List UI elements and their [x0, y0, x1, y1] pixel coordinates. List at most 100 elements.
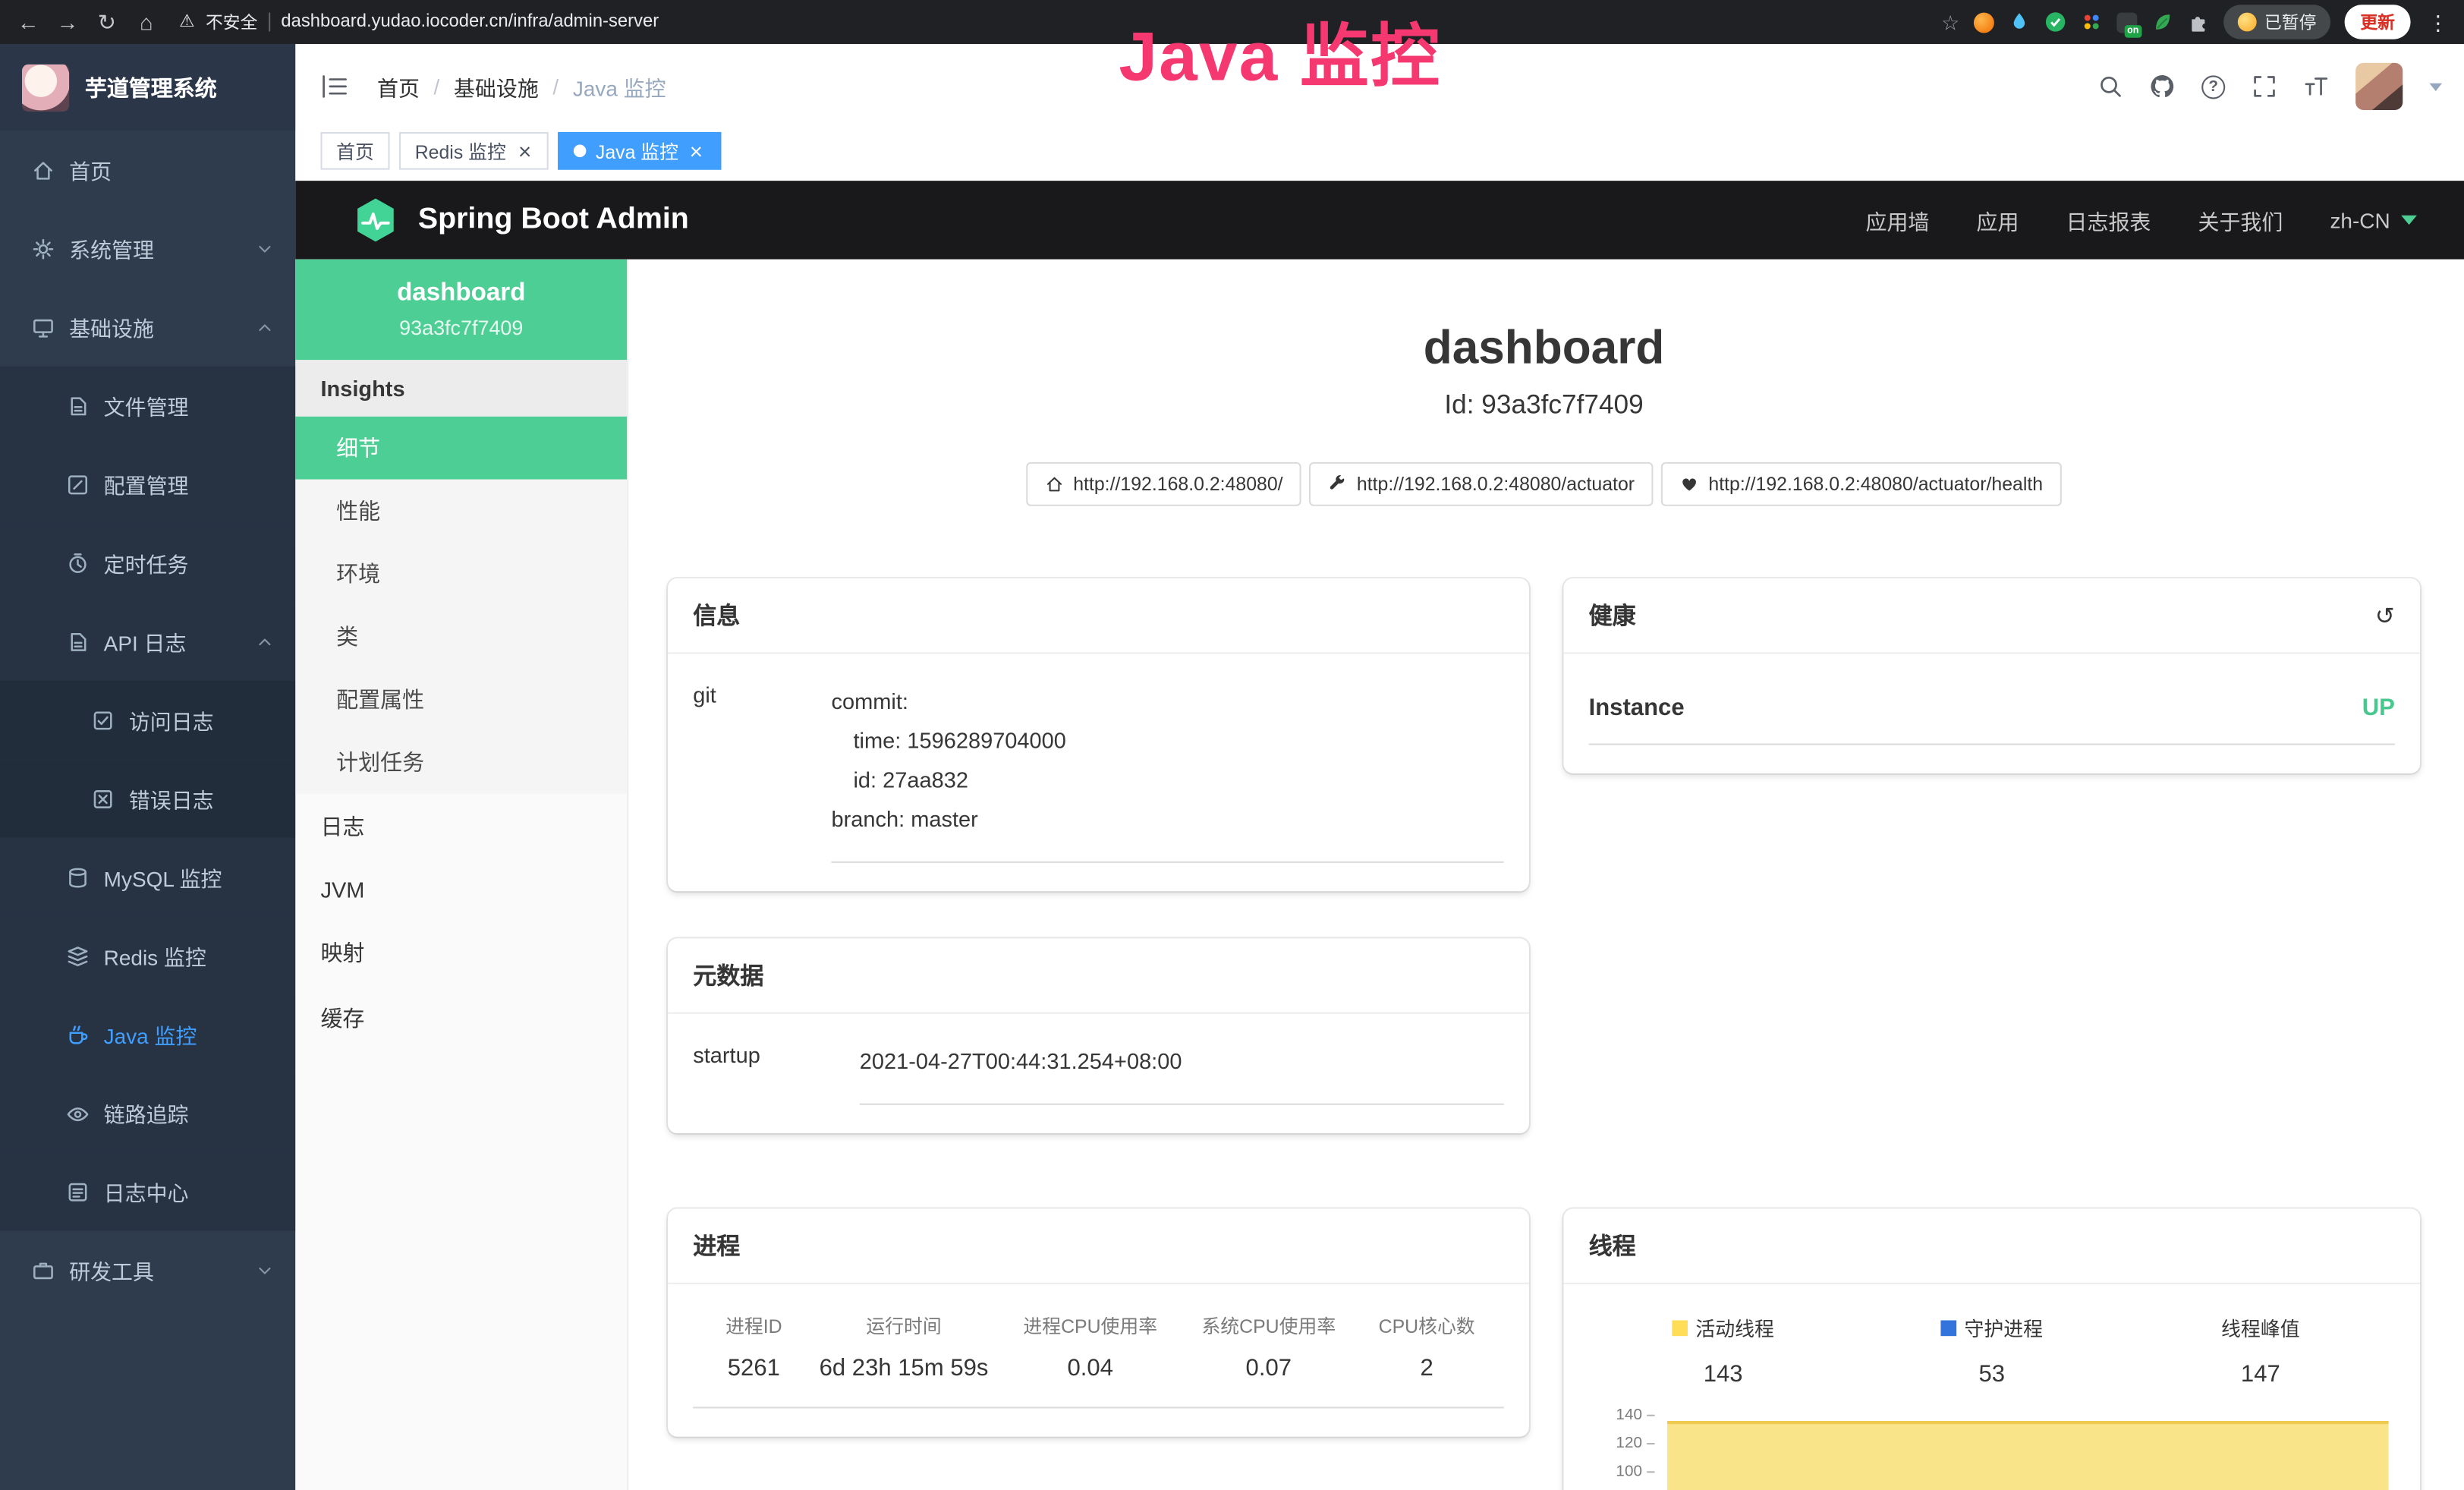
- sba-menu-caches[interactable]: 缓存: [295, 985, 627, 1051]
- table-row: startup 2021-04-27T00:44:31.254+08:00: [693, 1029, 1504, 1104]
- profile-chip[interactable]: 已暂停: [2223, 5, 2330, 39]
- sba-menu-logs[interactable]: 日志: [295, 794, 627, 860]
- mail-on-extension-icon[interactable]: on: [2116, 12, 2137, 33]
- sidebar-item-label: 研发工具: [69, 1254, 154, 1285]
- column-header: 进程ID: [693, 1300, 814, 1343]
- extension-icon[interactable]: [1974, 12, 1994, 33]
- service-url-button[interactable]: http://192.168.0.2:48080/: [1026, 462, 1301, 506]
- tab-home[interactable]: 首页: [320, 132, 389, 170]
- sba-nav-wallboard[interactable]: 应用墙: [1866, 204, 1930, 235]
- sba-menu-mappings[interactable]: 映射: [295, 919, 627, 985]
- sidebar-item-redis-monitor[interactable]: Redis 监控: [0, 916, 295, 995]
- health-instance-label: Instance: [1589, 695, 1685, 721]
- sidebar-item-log-center[interactable]: 日志中心: [0, 1152, 295, 1231]
- sba-menu-config-props[interactable]: 配置属性: [295, 668, 627, 731]
- legend-item-live: 活动线程: [1589, 1312, 1858, 1342]
- sba-menu-group-insights[interactable]: Insights: [295, 360, 627, 417]
- breadcrumb-home[interactable]: 首页: [377, 71, 420, 102]
- close-icon[interactable]: [515, 142, 533, 159]
- font-size-icon[interactable]: [2304, 74, 2329, 99]
- puzzle-extensions-icon[interactable]: [2188, 11, 2210, 33]
- sba-menu-jvm[interactable]: JVM: [295, 860, 627, 920]
- sidebar-item-system-management[interactable]: 系统管理: [0, 209, 295, 288]
- tab-java-monitor[interactable]: Java 监控: [558, 132, 721, 170]
- redis-icon: [66, 944, 90, 968]
- sidebar-item-access-logs[interactable]: 访问日志: [0, 681, 295, 760]
- sba-nav-about[interactable]: 关于我们: [2198, 204, 2283, 235]
- profile-chip-label: 已暂停: [2264, 9, 2316, 34]
- history-icon[interactable]: ↺: [2375, 601, 2395, 629]
- sidebar-item-label: 链路追踪: [104, 1097, 189, 1128]
- column-header: 系统CPU使用率: [1188, 1300, 1350, 1343]
- back-icon[interactable]: ←: [16, 11, 41, 33]
- column-header: CPU核心数: [1350, 1300, 1504, 1343]
- collapse-sidebar-icon[interactable]: [320, 74, 348, 99]
- sba-menu-classes[interactable]: 类: [295, 605, 627, 668]
- sidebar-item-api-logs[interactable]: API 日志: [0, 602, 295, 681]
- breadcrumb-infrastructure[interactable]: 基础设施: [454, 71, 539, 102]
- sidebar-item-java-monitor[interactable]: Java 监控: [0, 995, 295, 1074]
- edit-icon: [66, 472, 90, 496]
- leaf-extension-icon[interactable]: [2151, 11, 2173, 33]
- sidebar-item-file-management[interactable]: 文件管理: [0, 366, 295, 445]
- breadcrumb: 首页 / 基础设施 / Java 监控: [377, 71, 666, 102]
- home-icon[interactable]: ⌂: [134, 11, 159, 33]
- bookmark-star-icon[interactable]: ☆: [1941, 12, 1959, 33]
- sba-brand[interactable]: Spring Boot Admin: [352, 197, 689, 244]
- sidebar-item-label: 日志中心: [104, 1176, 189, 1207]
- y-axis-tick: 120: [1598, 1435, 1655, 1453]
- mysql-database-icon: [66, 865, 90, 889]
- health-url-label: http://192.168.0.2:48080/actuator/health: [1708, 473, 2043, 495]
- sidebar-item-dev-tools[interactable]: 研发工具: [0, 1230, 295, 1309]
- sba-menu-environment[interactable]: 环境: [295, 542, 627, 605]
- tab-redis-monitor[interactable]: Redis 监控: [399, 132, 549, 170]
- github-icon[interactable]: [2150, 74, 2175, 99]
- cards-grid: 信息 git commit: time: 1596289704000: [668, 578, 2420, 1490]
- sba-content: dashboard Id: 93a3fc7f7409 http://192.16…: [628, 260, 2464, 1490]
- search-icon[interactable]: [2098, 74, 2123, 99]
- sba-instance-header[interactable]: dashboard 93a3fc7f7409: [295, 260, 627, 361]
- chevron-down-icon: [256, 1262, 274, 1279]
- uptime-value: 6d 23h 15m 59s: [814, 1342, 993, 1381]
- info-row-label: git: [693, 669, 831, 863]
- sba-menu-scheduled-tasks[interactable]: 计划任务: [295, 731, 627, 794]
- sidebar-item-infrastructure[interactable]: 基础设施: [0, 288, 295, 367]
- sidebar-item-error-logs[interactable]: 错误日志: [0, 759, 295, 838]
- peak-threads-value: 147: [2126, 1361, 2395, 1388]
- sidebar-item-mysql-monitor[interactable]: MySQL 监控: [0, 838, 295, 917]
- legend-item-daemon: 守护进程: [1858, 1312, 2126, 1342]
- info-row-value: commit: time: 1596289704000 id: 27aa832 …: [831, 669, 1503, 863]
- process-card-header: 进程: [668, 1208, 1529, 1284]
- sba-locale-select[interactable]: zh-CN: [2330, 208, 2416, 232]
- y-axis-tick: 100: [1598, 1463, 1655, 1481]
- refresh-icon[interactable]: ↻: [94, 11, 119, 33]
- health-url-button[interactable]: http://192.168.0.2:48080/actuator/health: [1661, 462, 2062, 506]
- api-log-icon: [66, 629, 90, 653]
- sidebar-item-config-management[interactable]: 配置管理: [0, 445, 295, 524]
- help-icon[interactable]: ?: [2201, 74, 2225, 98]
- close-icon[interactable]: [688, 142, 705, 159]
- green-check-extension-icon[interactable]: [2044, 11, 2066, 33]
- sidebar-item-home[interactable]: 首页: [0, 131, 295, 209]
- sidebar-item-scheduled-jobs[interactable]: 定时任务: [0, 524, 295, 603]
- sba-menu-details[interactable]: 细节: [295, 417, 627, 480]
- update-button[interactable]: 更新: [2345, 5, 2411, 39]
- fullscreen-icon[interactable]: [2252, 74, 2277, 99]
- user-avatar[interactable]: [2355, 63, 2403, 110]
- apps-grid-extension-icon[interactable]: [2081, 11, 2103, 33]
- sidebar-item-trace[interactable]: 链路追踪: [0, 1073, 295, 1152]
- sba-nav-applications[interactable]: 应用: [1977, 204, 2019, 235]
- actuator-url-button[interactable]: http://192.168.0.2:48080/actuator: [1310, 462, 1654, 506]
- address-bar[interactable]: ⚠ 不安全 dashboard.yudao.iocoder.cn/infra/a…: [179, 9, 1927, 34]
- sba-menu-performance[interactable]: 性能: [295, 480, 627, 543]
- browser-menu-icon[interactable]: ⋮: [2428, 12, 2448, 33]
- forward-icon[interactable]: →: [55, 11, 80, 33]
- sba-instance-name: dashboard: [308, 280, 615, 308]
- water-drop-extension-icon[interactable]: [2008, 11, 2030, 33]
- sba-nav-journal[interactable]: 日志报表: [2066, 204, 2151, 235]
- avatar-caret-icon[interactable]: [2429, 83, 2442, 90]
- url-text[interactable]: dashboard.yudao.iocoder.cn/infra/admin-s…: [281, 13, 659, 32]
- chevron-down-icon: [2401, 216, 2417, 225]
- app-logo[interactable]: 芋道管理系统: [0, 44, 295, 131]
- live-threads-swatch-icon: [1672, 1319, 1688, 1335]
